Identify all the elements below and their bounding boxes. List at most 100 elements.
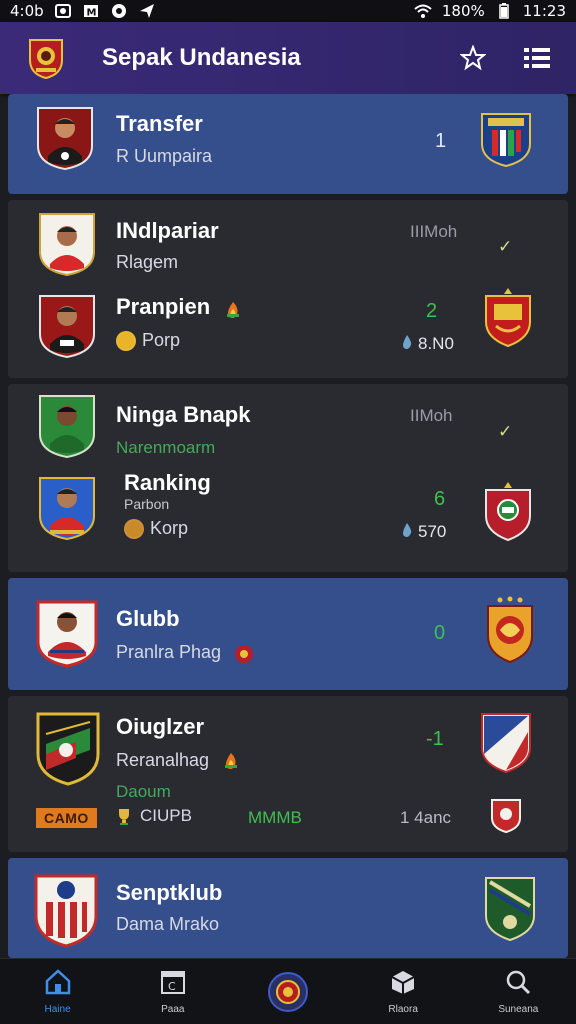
mini-crest-icon — [490, 798, 522, 834]
card-title: Ranking — [124, 470, 211, 495]
card-value: 1 — [435, 130, 447, 152]
card-subtitle: R Uumpaira — [116, 146, 213, 166]
club-crest-icon — [484, 596, 536, 664]
club-crest-icon — [482, 286, 534, 348]
card-title-text: Pranpien — [116, 294, 211, 319]
player-badge-icon — [38, 212, 96, 277]
check-icon[interactable]: ✓ — [498, 422, 512, 442]
card-value: -1 — [426, 728, 444, 750]
list-item[interactable]: Transfer R Uumpaira 1 — [8, 94, 568, 194]
club-label-text: CIUPB — [140, 806, 192, 825]
card-subtitle: Reranalhag — [116, 750, 240, 771]
gallery-icon — [54, 3, 72, 19]
card-subtitle-text: Pranlra Phag — [116, 642, 222, 662]
club-label: CIUPB — [116, 806, 192, 826]
list-item[interactable]: Ninga Bnapk Narenmoarm IIMoh ✓ Ranking P… — [8, 384, 568, 572]
card-score-text: 8.N0 — [418, 334, 454, 353]
flame-icon — [222, 752, 240, 770]
coin-icon — [124, 519, 144, 540]
svg-text:C: C — [168, 980, 176, 993]
flame-icon — [224, 299, 242, 319]
status-clock: 11:23 — [522, 2, 566, 20]
status-time: 4:0b — [10, 2, 44, 20]
card-subtitle: Pranlra Phag — [116, 642, 254, 664]
card-subtitle-text: Korp — [150, 518, 189, 538]
nav-label: Rlaora — [388, 1003, 418, 1015]
battery-level: 180% — [441, 2, 485, 20]
card-score: 570 — [402, 522, 446, 542]
club-crest-icon — [484, 876, 536, 942]
status-tag: CAMO — [36, 808, 97, 828]
card-subtitle: Porp — [116, 330, 181, 352]
card-subtitle: Dama Mrako — [116, 914, 220, 934]
chat-icon — [110, 3, 128, 19]
app-bar: Sepak Undanesia — [0, 22, 576, 94]
m-app-icon: M — [82, 3, 100, 19]
card-meta-right: 1 4anc — [400, 808, 452, 827]
card-subtitle-text: Reranalhag — [116, 750, 210, 770]
list-item[interactable]: Glubb Pranlra Phag 0 — [8, 578, 568, 690]
drop-icon — [402, 522, 412, 542]
search-icon — [505, 969, 531, 1000]
svg-text:M: M — [86, 8, 96, 19]
nav-label: Paaa — [161, 1003, 185, 1015]
club-badge-icon — [36, 710, 100, 786]
nav-label: Suneana — [498, 1003, 539, 1015]
card-title: Pranpien — [116, 294, 242, 320]
card-subtitle: Rlagem — [116, 252, 179, 272]
nav-home[interactable]: Haine — [8, 968, 108, 1015]
player-badge-icon — [38, 294, 96, 359]
card-title: Oiuglzer — [116, 714, 205, 739]
card-subtitle-text: Porp — [142, 330, 181, 350]
trophy-icon — [116, 808, 134, 826]
club-crest-icon — [482, 480, 534, 542]
wifi-icon — [414, 3, 432, 19]
drop-icon — [402, 334, 412, 354]
list-item[interactable]: INdlpariar Rlagem IIIMoh ✓ Pranpien Porp… — [8, 200, 568, 378]
card-meta: IIIMoh — [410, 222, 458, 241]
home-icon — [44, 968, 72, 1000]
star-icon[interactable] — [458, 43, 488, 73]
box-icon — [389, 969, 417, 1000]
mini-crest-icon — [234, 644, 254, 664]
card-title: Transfer — [116, 111, 203, 136]
calendar-icon: C — [160, 969, 186, 1000]
card-value: 2 — [426, 300, 438, 322]
card-caption: Parbon — [124, 496, 170, 512]
nav-center[interactable] — [238, 971, 338, 1012]
card-title: INdlpariar — [116, 218, 219, 243]
nav-box[interactable]: Rlaora — [353, 969, 453, 1015]
card-title: Ninga Bnapk — [116, 402, 251, 427]
app-logo-icon[interactable] — [24, 36, 68, 80]
card-meta: MMMB — [248, 808, 302, 827]
center-badge-icon — [267, 971, 308, 1012]
player-badge-icon — [38, 476, 96, 541]
player-badge-icon — [36, 598, 98, 668]
list-item[interactable]: Oiuglzer Reranalhag Daoum -1 CAMO CIUPB … — [8, 696, 568, 852]
check-icon[interactable]: ✓ — [498, 237, 512, 257]
card-caption: Daoum — [116, 782, 171, 801]
card-meta: IIMoh — [410, 406, 453, 425]
nav-calendar[interactable]: C Paaa — [123, 969, 223, 1015]
club-crest-icon — [480, 110, 532, 168]
list-item[interactable]: Senptklub Dama Mrako — [8, 858, 568, 958]
club-crest-icon — [480, 712, 532, 774]
bottom-nav: Haine C Paaa Rlaora Suneana — [0, 958, 576, 1024]
player-badge-icon — [38, 394, 96, 459]
card-score: 8.N0 — [402, 334, 454, 354]
nav-label: Haine — [44, 1003, 71, 1015]
card-subtitle: Korp — [124, 518, 189, 540]
card-value: 6 — [434, 488, 446, 510]
nav-search[interactable]: Suneana — [468, 969, 568, 1015]
menu-list-icon[interactable] — [522, 43, 552, 73]
club-badge-icon — [34, 872, 98, 948]
battery-icon — [495, 3, 513, 19]
card-title: Senptklub — [116, 880, 223, 905]
player-badge-icon — [36, 106, 94, 171]
app-title: Sepak Undanesia — [102, 44, 301, 71]
send-icon — [138, 3, 156, 19]
card-score-text: 570 — [418, 522, 447, 541]
status-bar: 4:0b M 180% 11:23 — [0, 0, 576, 22]
coin-icon — [116, 331, 136, 352]
card-title: Glubb — [116, 606, 180, 631]
